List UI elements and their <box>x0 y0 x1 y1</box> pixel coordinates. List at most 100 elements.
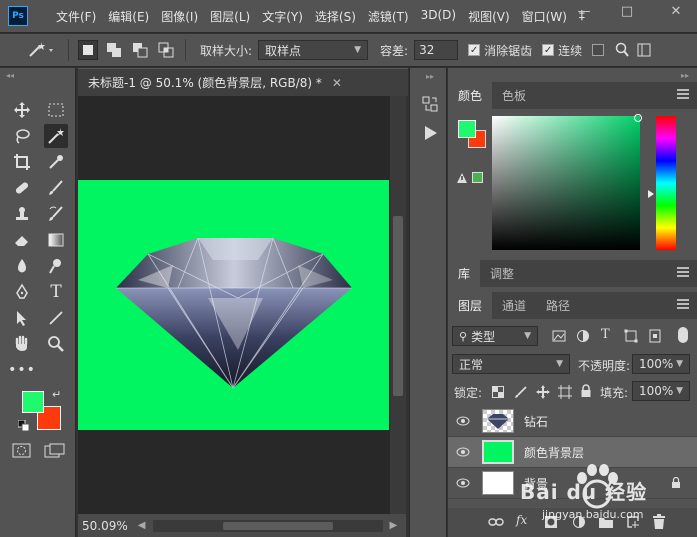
horizontal-scrollbar[interactable] <box>153 519 384 532</box>
filter-pixel-icon[interactable] <box>552 329 566 343</box>
search-icon[interactable] <box>614 42 630 58</box>
color-field[interactable] <box>492 116 640 250</box>
opacity-input[interactable]: 100% ▼ <box>632 354 690 374</box>
menu-item-2[interactable]: 图像(I) <box>155 8 204 25</box>
eraser-tool-icon[interactable] <box>10 228 34 252</box>
default-colors-icon[interactable] <box>17 419 30 432</box>
document-window[interactable] <box>78 96 390 514</box>
menu-item-0[interactable]: 文件(F) <box>50 8 102 25</box>
tab-paths[interactable]: 路径 <box>536 292 580 319</box>
lasso-tool-icon[interactable] <box>10 124 34 148</box>
filter-type-icon[interactable]: T <box>601 327 610 342</box>
layer-effects-icon[interactable]: fx <box>516 513 527 527</box>
scroll-left-icon[interactable]: ◀ <box>138 520 146 531</box>
marquee-tool-icon[interactable] <box>44 98 68 122</box>
tab-layers[interactable]: 图层 <box>448 292 493 319</box>
hand-tool-icon[interactable] <box>10 332 34 356</box>
eye-icon[interactable] <box>448 447 478 457</box>
eye-icon[interactable] <box>448 478 478 488</box>
close-document-icon[interactable]: ✕ <box>332 76 342 90</box>
vertical-scroll-thumb[interactable] <box>393 216 403 396</box>
fill-input[interactable]: 100% ▼ <box>632 381 690 401</box>
zoom-level[interactable]: 50.09% <box>82 519 128 533</box>
lock-position-icon[interactable] <box>536 385 550 399</box>
path-selection-tool-icon[interactable] <box>10 306 34 330</box>
history-brush-tool-icon[interactable] <box>44 202 68 226</box>
healing-brush-tool-icon[interactable] <box>10 176 34 200</box>
minimize-button[interactable]: — <box>568 0 600 22</box>
add-mask-icon[interactable] <box>544 515 558 529</box>
workspace-icon[interactable] <box>636 42 652 58</box>
menu-item-4[interactable]: 文字(Y) <box>256 8 309 25</box>
menu-item-5[interactable]: 选择(S) <box>309 8 362 25</box>
more-tools-icon[interactable]: ••• <box>8 358 35 382</box>
brush-tool-icon[interactable] <box>44 176 68 200</box>
move-tool-icon[interactable] <box>10 98 34 122</box>
quick-mask-icon[interactable] <box>12 443 32 459</box>
screen-mode-icon[interactable] <box>44 443 66 459</box>
menu-item-1[interactable]: 编辑(E) <box>102 8 155 25</box>
hue-slider[interactable] <box>656 116 676 250</box>
library-panel-menu-icon[interactable] <box>677 267 689 277</box>
tab-libraries[interactable]: 库 <box>448 260 481 287</box>
tolerance-input[interactable]: 32 <box>414 40 459 60</box>
hue-slider-handle[interactable] <box>648 190 654 198</box>
layer-row-color-background[interactable]: 颜色背景层 <box>448 437 697 468</box>
layer-filter-select[interactable]: ⚲ 类型 ▼ <box>452 326 538 346</box>
foreground-color-swatch[interactable] <box>22 391 44 413</box>
color-fg-swatch[interactable] <box>458 120 476 138</box>
lock-artboard-icon[interactable] <box>558 385 572 399</box>
vertical-scrollbar[interactable] <box>390 96 406 514</box>
subtract-selection-icon[interactable] <box>130 40 150 60</box>
layer-row-diamond[interactable]: 钻石 <box>448 406 697 437</box>
add-selection-icon[interactable] <box>104 40 124 60</box>
layers-panel-menu-icon[interactable] <box>677 299 689 309</box>
blur-tool-icon[interactable] <box>10 254 34 278</box>
eye-icon[interactable] <box>448 416 478 426</box>
lock-all-icon[interactable] <box>580 384 592 398</box>
delete-layer-icon[interactable] <box>652 514 666 530</box>
new-selection-icon[interactable] <box>78 40 98 60</box>
gradient-tool-icon[interactable] <box>44 228 68 252</box>
menu-item-9[interactable]: 窗口(W) <box>516 8 573 25</box>
actions-play-icon[interactable] <box>422 124 440 142</box>
tab-channels[interactable]: 通道 <box>492 292 536 319</box>
toolbar-grip[interactable]: ◂◂ <box>6 71 14 80</box>
type-tool-icon[interactable]: T <box>44 280 68 304</box>
line-tool-icon[interactable] <box>44 306 68 330</box>
swap-colors-icon[interactable]: ↵ <box>52 388 61 401</box>
clone-stamp-tool-icon[interactable] <box>10 202 34 226</box>
adjustment-layer-icon[interactable] <box>572 515 586 529</box>
history-panel-icon[interactable] <box>421 95 439 113</box>
lock-pixels-icon[interactable] <box>514 385 528 399</box>
dodge-tool-icon[interactable] <box>44 254 68 278</box>
blend-mode-select[interactable]: 正常 ▼ <box>452 354 570 374</box>
antialias-checkbox[interactable]: ✓ <box>468 44 481 56</box>
filter-smart-object-icon[interactable] <box>648 329 662 343</box>
intersect-selection-icon[interactable] <box>156 40 176 60</box>
maximize-button[interactable]: □ <box>611 0 643 22</box>
tab-swatches[interactable]: 色板 <box>492 82 536 109</box>
new-layer-icon[interactable] <box>626 515 640 529</box>
link-layers-icon[interactable] <box>488 516 504 528</box>
contiguous-checkbox[interactable]: ✓ <box>542 44 555 56</box>
filter-shape-icon[interactable] <box>624 329 638 343</box>
pen-tool-icon[interactable] <box>10 280 34 304</box>
sample-size-select[interactable]: 取样点 ▼ <box>258 40 369 60</box>
menu-item-6[interactable]: 滤镜(T) <box>362 8 415 25</box>
menu-item-3[interactable]: 图层(L) <box>204 8 256 25</box>
new-group-icon[interactable] <box>598 515 614 529</box>
panel-grip[interactable]: ▸▸ <box>681 71 689 80</box>
menu-item-8[interactable]: 视图(V) <box>462 8 516 25</box>
crop-tool-icon[interactable] <box>10 150 34 174</box>
collapse-grip[interactable]: ▸▸ <box>426 72 434 81</box>
canvas[interactable] <box>78 180 389 430</box>
tab-color[interactable]: 颜色 <box>448 82 493 109</box>
eyedropper-tool-icon[interactable] <box>44 150 68 174</box>
magic-wand-preset-icon[interactable] <box>22 38 62 62</box>
horizontal-scroll-thumb[interactable] <box>223 521 334 530</box>
filter-toggle-switch[interactable] <box>678 327 688 343</box>
magic-wand-tool-icon[interactable] <box>44 124 68 148</box>
sample-all-layers-checkbox[interactable] <box>592 44 605 56</box>
layer-row-background[interactable]: 背景 <box>448 468 697 499</box>
